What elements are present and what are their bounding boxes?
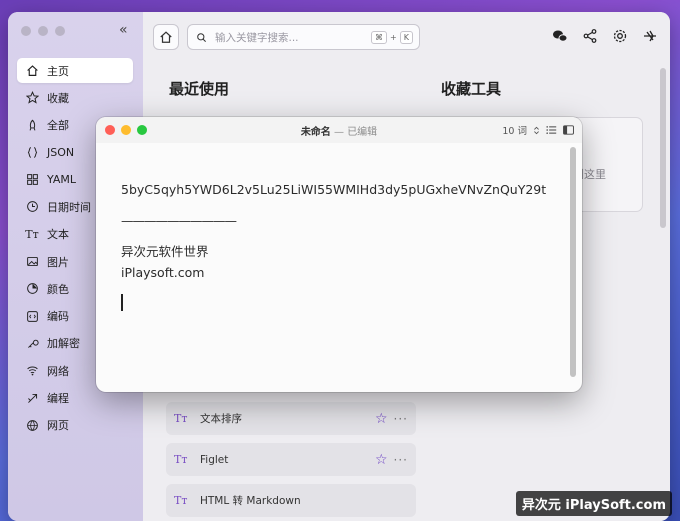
watermark: 异次元 iPlaySoft.com: [515, 491, 672, 516]
note-title-separator: —: [334, 126, 344, 138]
note-cursor-line: [121, 291, 552, 312]
pin-off-icon[interactable]: [642, 28, 658, 44]
list-item-label: 文本排序: [200, 413, 242, 425]
note-line: 异次元软件世界: [121, 244, 209, 259]
more-icon[interactable]: ···: [394, 412, 408, 426]
word-count[interactable]: 10 词: [502, 123, 527, 137]
updown-chevron-icon[interactable]: [533, 126, 540, 135]
sidebar-item-label: 编程: [47, 392, 69, 406]
shortcut-plus: +: [390, 32, 397, 42]
text-tool-icon: Tт: [174, 494, 188, 507]
zoom-button[interactable]: [55, 26, 65, 36]
shortcut-key-k: K: [399, 30, 413, 44]
home-icon: [25, 64, 39, 78]
sidebar-toggle-icon[interactable]: [563, 125, 574, 135]
sidebar-item-label: 主页: [47, 64, 69, 78]
wifi-icon: [25, 364, 39, 378]
note-titlebar: 未命名 — 已编辑 10 词: [96, 117, 582, 143]
note-window: 未命名 — 已编辑 10 词 5byC5qyh5YWD6L2v5Lu25LiWI…: [96, 117, 582, 392]
home-button[interactable]: [153, 24, 179, 50]
terminal-icon: [25, 391, 39, 405]
note-editor[interactable]: 5byC5qyh5YWD6L2v5Lu25LiWI55WMIHd3dy5pUGx…: [121, 179, 552, 312]
code-icon: [25, 309, 39, 323]
wechat-icon[interactable]: [552, 28, 568, 44]
sidebar-item-label: JSON: [47, 145, 75, 159]
search-shortcut: ⌘ + K: [371, 30, 413, 44]
list-item[interactable]: Tт Figlet ☆ ···: [166, 443, 416, 476]
gear-icon[interactable]: [612, 28, 628, 44]
shortcut-key-cmd: ⌘: [371, 30, 388, 44]
search-icon: [197, 32, 206, 42]
sidebar-item-label: 网络: [47, 364, 69, 378]
note-line: ——————————: [121, 213, 237, 228]
star-icon[interactable]: ☆: [375, 452, 388, 468]
close-button[interactable]: [21, 26, 31, 36]
sidebar-item-web[interactable]: 网页: [17, 413, 133, 438]
scrollbar[interactable]: [660, 68, 666, 228]
recent-title: 最近使用: [169, 80, 230, 98]
more-icon[interactable]: ···: [394, 453, 408, 467]
search-placeholder: 输入关键字搜索...: [215, 31, 299, 44]
braces-icon: [25, 145, 39, 159]
recent-list: Tт 文本排序 ☆ ··· Tт Figlet ☆ ··· Tт HTML 转 …: [166, 402, 416, 521]
sidebar-item-label: 颜色: [47, 282, 69, 296]
home-icon: [160, 31, 172, 43]
rocket-icon: [25, 118, 39, 132]
text-icon: Tт: [25, 227, 39, 241]
sidebar-item-label: 网页: [47, 419, 69, 433]
clock-icon: [25, 200, 39, 214]
sidebar-item-label: 文本: [47, 228, 69, 242]
sidebar-item-favorites[interactable]: 收藏: [17, 85, 133, 110]
globe-icon: [25, 418, 39, 432]
palette-icon: [25, 282, 39, 296]
text-tool-icon: Tт: [174, 412, 188, 425]
list-item-label: Figlet: [200, 453, 229, 466]
list-item[interactable]: Tт 文本排序 ☆ ···: [166, 402, 416, 435]
list-item[interactable]: Tт HTML 转 Markdown: [166, 484, 416, 517]
sidebar-item-label: 加解密: [47, 337, 80, 351]
window-controls: [21, 26, 65, 36]
note-line: 5byC5qyh5YWD6L2v5Lu25LiWI55WMIHd3dy5pUGx…: [121, 182, 547, 197]
search-input[interactable]: 输入关键字搜索... ⌘ + K: [187, 24, 420, 50]
favorites-title: 收藏工具: [441, 80, 502, 98]
sidebar-item-label: 编码: [47, 310, 69, 324]
share-icon[interactable]: [582, 28, 598, 44]
sidebar-item-label: 图片: [47, 255, 69, 269]
sidebar-item-label: YAML: [47, 173, 77, 187]
sidebar-item-label: 全部: [47, 119, 69, 133]
note-scrollbar[interactable]: [570, 147, 576, 377]
collapse-sidebar-icon[interactable]: «: [119, 22, 128, 38]
sidebar-item-label: 收藏: [47, 91, 69, 105]
toolbar: 输入关键字搜索... ⌘ + K: [143, 12, 670, 62]
note-status: 已编辑: [347, 126, 378, 138]
image-icon: [25, 255, 39, 269]
text-tool-icon: Tт: [174, 453, 188, 466]
note-title-actions: 10 词: [502, 123, 574, 137]
toolbar-actions: [552, 28, 658, 44]
lock-icon: [25, 336, 39, 350]
list-icon[interactable]: [546, 125, 557, 135]
list-item-label: HTML 转 Markdown: [200, 495, 301, 507]
sidebar-item-label: 日期时间: [47, 200, 91, 214]
grid-icon: [25, 173, 39, 187]
sidebar-item-home[interactable]: 主页: [17, 58, 133, 83]
minimize-button[interactable]: [38, 26, 48, 36]
note-line: iPlaysoft.com: [121, 265, 205, 280]
star-icon[interactable]: ☆: [375, 411, 388, 427]
star-icon: [25, 91, 39, 105]
note-title: 未命名: [300, 126, 331, 138]
text-cursor: [121, 294, 123, 311]
